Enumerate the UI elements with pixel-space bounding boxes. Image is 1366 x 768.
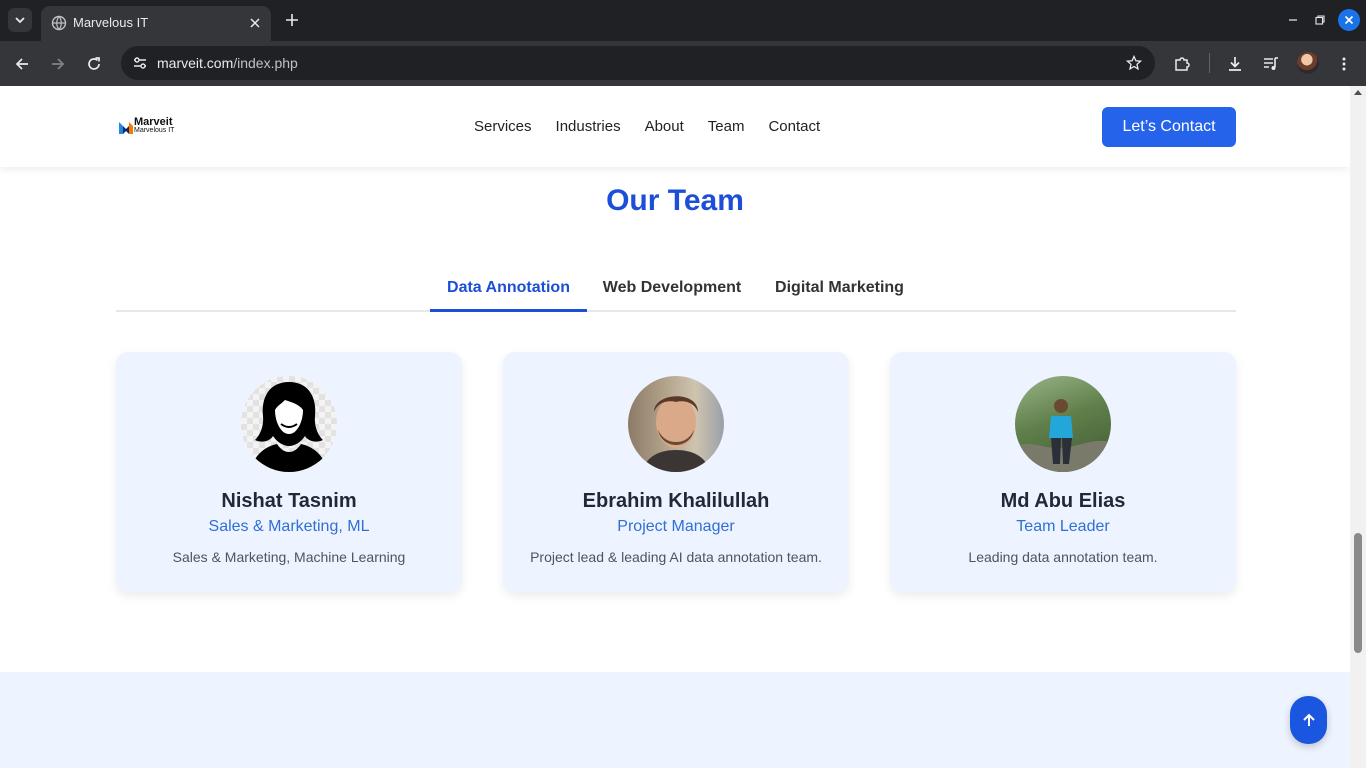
outdoor-photo-icon	[1015, 399, 1111, 472]
scroll-up-arrow[interactable]	[1354, 90, 1362, 95]
member-photo	[628, 376, 724, 472]
team-cards: Nishat Tasnim Sales & Marketing, ML Sale…	[116, 352, 1236, 592]
url-path: /index.php	[233, 55, 298, 71]
member-description: Sales & Marketing, Machine Learning	[172, 549, 406, 565]
tab-web-development[interactable]: Web Development	[587, 276, 757, 312]
browser-menu-button[interactable]	[1331, 51, 1357, 77]
browser-toolbar: marveit.com/index.php	[0, 41, 1366, 86]
member-role: Team Leader	[1016, 518, 1110, 535]
minimize-icon	[1289, 19, 1297, 21]
member-role: Sales & Marketing, ML	[208, 518, 370, 535]
downloads-button[interactable]	[1222, 51, 1248, 77]
url-text: marveit.com/index.php	[157, 55, 298, 71]
site-header: Marveit Marvelous IT Services Industries…	[0, 86, 1350, 167]
arrow-up-icon	[1302, 713, 1315, 726]
nav-link-contact[interactable]: Contact	[768, 118, 820, 135]
member-description: Leading data annotation team.	[968, 549, 1158, 565]
team-card: Md Abu Elias Team Leader Leading data an…	[890, 352, 1236, 592]
close-icon	[250, 18, 260, 28]
team-card: Nishat Tasnim Sales & Marketing, ML Sale…	[116, 352, 462, 592]
member-role: Project Manager	[617, 518, 735, 535]
arrow-left-icon	[15, 58, 28, 70]
forward-button[interactable]	[45, 51, 71, 77]
url-host: marveit.com	[157, 55, 234, 71]
tab-close-button[interactable]	[245, 13, 265, 33]
logo-mark-icon	[119, 122, 133, 134]
next-section	[0, 672, 1350, 768]
reload-button[interactable]	[81, 51, 107, 77]
back-button[interactable]	[9, 51, 35, 77]
browser-tabstrip: Marvelous IT	[0, 0, 1366, 41]
portrait-photo-icon	[642, 396, 710, 472]
member-description: Project lead & leading AI data annotatio…	[530, 549, 822, 565]
contact-cta-button[interactable]: Let’s Contact	[1102, 107, 1236, 147]
globe-icon	[51, 15, 67, 31]
member-name: Ebrahim Khalilullah	[582, 490, 770, 512]
toolbar-divider	[1209, 53, 1210, 73]
page-viewport: Marveit Marvelous IT Services Industries…	[0, 86, 1350, 768]
tab-search-button[interactable]	[8, 8, 32, 32]
site-info-icon[interactable]	[131, 54, 149, 72]
arrow-right-icon	[52, 58, 65, 70]
chevron-down-icon	[15, 17, 25, 24]
extensions-button[interactable]	[1169, 51, 1195, 77]
main-nav: Services Industries About Team Contact	[474, 118, 820, 135]
media-controls-button[interactable]	[1258, 51, 1284, 77]
nav-link-services[interactable]: Services	[474, 118, 532, 135]
address-bar[interactable]: marveit.com/index.php	[121, 46, 1155, 80]
page-scrollbar[interactable]	[1350, 86, 1366, 768]
tab-title: Marvelous IT	[73, 15, 149, 30]
nav-link-about[interactable]: About	[645, 118, 684, 135]
tab-digital-marketing[interactable]: Digital Marketing	[757, 276, 922, 312]
scrollbar-thumb[interactable]	[1354, 533, 1362, 653]
member-name: Md Abu Elias	[1000, 490, 1126, 512]
tune-icon	[134, 57, 146, 69]
browser-tab[interactable]: Marvelous IT	[41, 6, 271, 41]
close-icon	[1344, 15, 1354, 25]
reload-icon	[88, 57, 100, 70]
window-close-button[interactable]	[1338, 9, 1360, 31]
member-photo	[1015, 376, 1111, 472]
maximize-button[interactable]	[1309, 9, 1331, 31]
silhouette-avatar-icon	[251, 382, 327, 472]
download-icon	[1229, 57, 1241, 71]
new-tab-button[interactable]	[280, 8, 304, 32]
site-logo[interactable]: Marveit Marvelous IT	[119, 116, 181, 136]
more-vertical-icon	[1342, 57, 1346, 71]
restore-icon	[1315, 15, 1325, 25]
plus-icon	[286, 14, 298, 26]
minimize-button[interactable]	[1282, 9, 1304, 31]
puzzle-icon	[1175, 57, 1190, 71]
bookmark-star-icon[interactable]	[1125, 54, 1143, 72]
profile-avatar[interactable]	[1297, 52, 1319, 74]
team-card: Ebrahim Khalilullah Project Manager Proj…	[503, 352, 849, 592]
nav-link-team[interactable]: Team	[708, 118, 745, 135]
scroll-to-top-button[interactable]	[1290, 696, 1327, 744]
section-title: Our Team	[606, 184, 744, 217]
member-photo	[241, 376, 337, 472]
member-name: Nishat Tasnim	[221, 490, 357, 512]
nav-link-industries[interactable]: Industries	[556, 118, 621, 135]
queue-music-icon	[1264, 57, 1278, 70]
team-tabs: Data Annotation Web Development Digital …	[116, 276, 1236, 312]
tab-data-annotation[interactable]: Data Annotation	[430, 276, 587, 312]
logo-subtitle: Marvelous IT	[134, 127, 175, 134]
